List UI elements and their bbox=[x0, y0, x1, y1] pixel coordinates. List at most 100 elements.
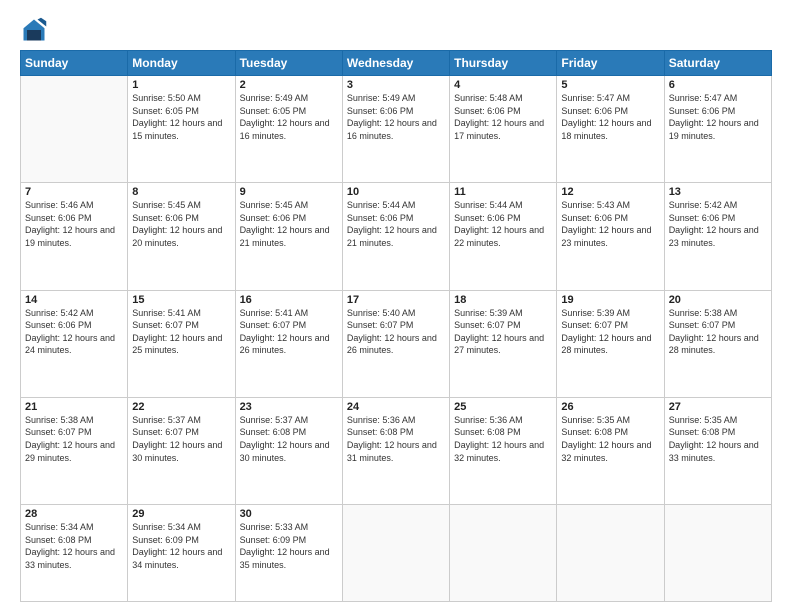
day-info: Sunrise: 5:33 AMSunset: 6:09 PMDaylight:… bbox=[240, 521, 338, 571]
day-info: Sunrise: 5:47 AMSunset: 6:06 PMDaylight:… bbox=[669, 92, 767, 142]
calendar-cell: 14Sunrise: 5:42 AMSunset: 6:06 PMDayligh… bbox=[21, 290, 128, 397]
day-number: 3 bbox=[347, 79, 445, 91]
calendar-cell: 22Sunrise: 5:37 AMSunset: 6:07 PMDayligh… bbox=[128, 397, 235, 504]
day-info: Sunrise: 5:38 AMSunset: 6:07 PMDaylight:… bbox=[669, 307, 767, 357]
calendar-cell: 7Sunrise: 5:46 AMSunset: 6:06 PMDaylight… bbox=[21, 183, 128, 290]
weekday-header-saturday: Saturday bbox=[664, 51, 771, 76]
day-info: Sunrise: 5:49 AMSunset: 6:06 PMDaylight:… bbox=[347, 92, 445, 142]
day-info: Sunrise: 5:47 AMSunset: 6:06 PMDaylight:… bbox=[561, 92, 659, 142]
calendar-cell: 12Sunrise: 5:43 AMSunset: 6:06 PMDayligh… bbox=[557, 183, 664, 290]
calendar-cell: 15Sunrise: 5:41 AMSunset: 6:07 PMDayligh… bbox=[128, 290, 235, 397]
day-number: 22 bbox=[132, 401, 230, 413]
day-number: 11 bbox=[454, 186, 552, 198]
day-number: 7 bbox=[25, 186, 123, 198]
day-info: Sunrise: 5:44 AMSunset: 6:06 PMDaylight:… bbox=[347, 199, 445, 249]
day-number: 19 bbox=[561, 294, 659, 306]
day-info: Sunrise: 5:37 AMSunset: 6:08 PMDaylight:… bbox=[240, 414, 338, 464]
logo bbox=[20, 16, 52, 44]
header bbox=[20, 16, 772, 44]
day-info: Sunrise: 5:45 AMSunset: 6:06 PMDaylight:… bbox=[132, 199, 230, 249]
day-number: 23 bbox=[240, 401, 338, 413]
calendar-cell: 9Sunrise: 5:45 AMSunset: 6:06 PMDaylight… bbox=[235, 183, 342, 290]
calendar-cell: 17Sunrise: 5:40 AMSunset: 6:07 PMDayligh… bbox=[342, 290, 449, 397]
calendar-cell: 4Sunrise: 5:48 AMSunset: 6:06 PMDaylight… bbox=[450, 76, 557, 183]
calendar-table: SundayMondayTuesdayWednesdayThursdayFrid… bbox=[20, 50, 772, 602]
calendar-cell: 25Sunrise: 5:36 AMSunset: 6:08 PMDayligh… bbox=[450, 397, 557, 504]
day-number: 27 bbox=[669, 401, 767, 413]
weekday-header-friday: Friday bbox=[557, 51, 664, 76]
calendar-cell: 20Sunrise: 5:38 AMSunset: 6:07 PMDayligh… bbox=[664, 290, 771, 397]
day-info: Sunrise: 5:37 AMSunset: 6:07 PMDaylight:… bbox=[132, 414, 230, 464]
weekday-header-tuesday: Tuesday bbox=[235, 51, 342, 76]
day-number: 25 bbox=[454, 401, 552, 413]
day-info: Sunrise: 5:41 AMSunset: 6:07 PMDaylight:… bbox=[240, 307, 338, 357]
day-info: Sunrise: 5:39 AMSunset: 6:07 PMDaylight:… bbox=[561, 307, 659, 357]
day-number: 4 bbox=[454, 79, 552, 91]
calendar-cell: 16Sunrise: 5:41 AMSunset: 6:07 PMDayligh… bbox=[235, 290, 342, 397]
week-row-5: 28Sunrise: 5:34 AMSunset: 6:08 PMDayligh… bbox=[21, 505, 772, 602]
calendar-cell: 1Sunrise: 5:50 AMSunset: 6:05 PMDaylight… bbox=[128, 76, 235, 183]
day-number: 15 bbox=[132, 294, 230, 306]
day-number: 20 bbox=[669, 294, 767, 306]
day-number: 30 bbox=[240, 508, 338, 520]
day-number: 9 bbox=[240, 186, 338, 198]
calendar-cell: 24Sunrise: 5:36 AMSunset: 6:08 PMDayligh… bbox=[342, 397, 449, 504]
weekday-header-sunday: Sunday bbox=[21, 51, 128, 76]
day-info: Sunrise: 5:39 AMSunset: 6:07 PMDaylight:… bbox=[454, 307, 552, 357]
week-row-2: 7Sunrise: 5:46 AMSunset: 6:06 PMDaylight… bbox=[21, 183, 772, 290]
weekday-header-row: SundayMondayTuesdayWednesdayThursdayFrid… bbox=[21, 51, 772, 76]
day-number: 24 bbox=[347, 401, 445, 413]
day-number: 12 bbox=[561, 186, 659, 198]
calendar-cell: 18Sunrise: 5:39 AMSunset: 6:07 PMDayligh… bbox=[450, 290, 557, 397]
week-row-1: 1Sunrise: 5:50 AMSunset: 6:05 PMDaylight… bbox=[21, 76, 772, 183]
calendar-cell: 29Sunrise: 5:34 AMSunset: 6:09 PMDayligh… bbox=[128, 505, 235, 602]
day-info: Sunrise: 5:35 AMSunset: 6:08 PMDaylight:… bbox=[561, 414, 659, 464]
day-info: Sunrise: 5:38 AMSunset: 6:07 PMDaylight:… bbox=[25, 414, 123, 464]
day-info: Sunrise: 5:42 AMSunset: 6:06 PMDaylight:… bbox=[669, 199, 767, 249]
day-info: Sunrise: 5:42 AMSunset: 6:06 PMDaylight:… bbox=[25, 307, 123, 357]
day-info: Sunrise: 5:40 AMSunset: 6:07 PMDaylight:… bbox=[347, 307, 445, 357]
day-number: 13 bbox=[669, 186, 767, 198]
day-number: 18 bbox=[454, 294, 552, 306]
calendar-cell: 26Sunrise: 5:35 AMSunset: 6:08 PMDayligh… bbox=[557, 397, 664, 504]
calendar-cell: 11Sunrise: 5:44 AMSunset: 6:06 PMDayligh… bbox=[450, 183, 557, 290]
calendar-cell: 8Sunrise: 5:45 AMSunset: 6:06 PMDaylight… bbox=[128, 183, 235, 290]
calendar-cell: 5Sunrise: 5:47 AMSunset: 6:06 PMDaylight… bbox=[557, 76, 664, 183]
weekday-header-wednesday: Wednesday bbox=[342, 51, 449, 76]
calendar-cell bbox=[664, 505, 771, 602]
day-info: Sunrise: 5:41 AMSunset: 6:07 PMDaylight:… bbox=[132, 307, 230, 357]
calendar-cell: 10Sunrise: 5:44 AMSunset: 6:06 PMDayligh… bbox=[342, 183, 449, 290]
calendar-cell bbox=[21, 76, 128, 183]
day-info: Sunrise: 5:34 AMSunset: 6:09 PMDaylight:… bbox=[132, 521, 230, 571]
week-row-4: 21Sunrise: 5:38 AMSunset: 6:07 PMDayligh… bbox=[21, 397, 772, 504]
logo-icon bbox=[20, 16, 48, 44]
calendar-cell: 2Sunrise: 5:49 AMSunset: 6:05 PMDaylight… bbox=[235, 76, 342, 183]
day-info: Sunrise: 5:50 AMSunset: 6:05 PMDaylight:… bbox=[132, 92, 230, 142]
calendar-cell bbox=[450, 505, 557, 602]
weekday-header-thursday: Thursday bbox=[450, 51, 557, 76]
day-number: 5 bbox=[561, 79, 659, 91]
day-info: Sunrise: 5:45 AMSunset: 6:06 PMDaylight:… bbox=[240, 199, 338, 249]
calendar-cell: 13Sunrise: 5:42 AMSunset: 6:06 PMDayligh… bbox=[664, 183, 771, 290]
day-number: 6 bbox=[669, 79, 767, 91]
calendar-cell: 6Sunrise: 5:47 AMSunset: 6:06 PMDaylight… bbox=[664, 76, 771, 183]
day-info: Sunrise: 5:46 AMSunset: 6:06 PMDaylight:… bbox=[25, 199, 123, 249]
day-number: 8 bbox=[132, 186, 230, 198]
day-info: Sunrise: 5:44 AMSunset: 6:06 PMDaylight:… bbox=[454, 199, 552, 249]
day-number: 21 bbox=[25, 401, 123, 413]
calendar-cell bbox=[557, 505, 664, 602]
day-info: Sunrise: 5:49 AMSunset: 6:05 PMDaylight:… bbox=[240, 92, 338, 142]
day-info: Sunrise: 5:35 AMSunset: 6:08 PMDaylight:… bbox=[669, 414, 767, 464]
calendar-cell: 28Sunrise: 5:34 AMSunset: 6:08 PMDayligh… bbox=[21, 505, 128, 602]
day-number: 10 bbox=[347, 186, 445, 198]
day-info: Sunrise: 5:43 AMSunset: 6:06 PMDaylight:… bbox=[561, 199, 659, 249]
day-number: 29 bbox=[132, 508, 230, 520]
day-info: Sunrise: 5:48 AMSunset: 6:06 PMDaylight:… bbox=[454, 92, 552, 142]
day-number: 17 bbox=[347, 294, 445, 306]
calendar-cell: 30Sunrise: 5:33 AMSunset: 6:09 PMDayligh… bbox=[235, 505, 342, 602]
calendar-cell: 19Sunrise: 5:39 AMSunset: 6:07 PMDayligh… bbox=[557, 290, 664, 397]
day-number: 28 bbox=[25, 508, 123, 520]
page: SundayMondayTuesdayWednesdayThursdayFrid… bbox=[0, 0, 792, 612]
day-number: 2 bbox=[240, 79, 338, 91]
day-number: 26 bbox=[561, 401, 659, 413]
